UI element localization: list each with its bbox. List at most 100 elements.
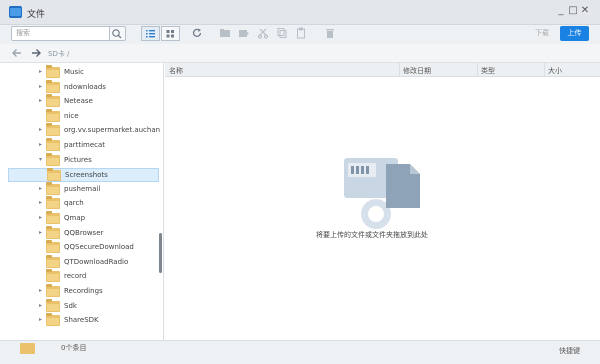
folder-icon	[46, 284, 60, 297]
column-divider	[477, 63, 478, 77]
tree-item-label: QTDownloadRadio	[64, 257, 129, 266]
tree-item[interactable]: ▸ ndownloads	[0, 79, 163, 95]
caret-right-icon[interactable]: ▸	[39, 126, 45, 134]
window-title: 文件	[27, 10, 46, 20]
tree-item-label: ndownloads	[64, 82, 106, 91]
grid-view-button[interactable]	[161, 26, 180, 41]
tree-item-label: Music	[64, 68, 84, 76]
caret-down-icon[interactable]: ▾	[39, 156, 45, 164]
tree-item[interactable]: nice	[0, 108, 163, 124]
tree-item-label: ShareSDK	[64, 316, 99, 325]
back-arrow-icon[interactable]	[11, 47, 23, 59]
tree-item[interactable]: record	[0, 269, 163, 284]
grid-view-icon	[166, 30, 174, 38]
folder-icon	[20, 343, 35, 354]
tree-item[interactable]: Screenshots	[8, 168, 159, 183]
paste-icon[interactable]	[295, 27, 307, 39]
move-icon[interactable]	[238, 27, 250, 39]
tree-item[interactable]: ▸ Recordings	[0, 284, 163, 299]
new-folder-icon[interactable]	[219, 27, 231, 39]
minimize-button[interactable]: _	[555, 5, 567, 17]
caret-right-icon[interactable]: ▸	[39, 141, 45, 149]
tree-item[interactable]: ▾ Pictures	[0, 152, 163, 168]
tree-item[interactable]: QQSecureDownload	[0, 240, 163, 255]
tree-item-label: pushemail	[64, 184, 101, 193]
folder-tree: ▸ Music ▸ ndownloads ▸ Netease nice ▸ org.vv.sup…	[0, 63, 164, 340]
caret-right-icon[interactable]: ▸	[39, 214, 45, 222]
caret-right-icon[interactable]: ▸	[39, 199, 45, 207]
status-bar	[0, 340, 600, 364]
tree-item-label: QQBrowser	[64, 228, 104, 237]
file-manager-window: 文件 _ □ ✕ 搜索 下载 上传 SD卡 / ▸ Music ▸ ndownl…	[0, 0, 600, 364]
column-size[interactable]: 大小	[548, 66, 562, 76]
tree-scrollbar[interactable]	[159, 233, 162, 273]
column-modified[interactable]: 修改日期	[403, 66, 431, 76]
tree-item[interactable]: ▸ pushemail	[0, 181, 163, 197]
caret-right-icon[interactable]: ▸	[39, 97, 45, 105]
caret-right-icon[interactable]: ▸	[39, 185, 45, 193]
tree-item-label: Recordings	[64, 287, 103, 295]
delete-icon[interactable]	[324, 27, 336, 39]
search-input[interactable]: 搜索	[11, 26, 110, 41]
folder-icon	[46, 298, 60, 312]
tree-item-label: Screenshots	[65, 171, 108, 180]
folder-icon	[46, 108, 60, 122]
forward-arrow-icon[interactable]	[30, 47, 42, 59]
tree-item[interactable]: ▸ qarch	[0, 196, 163, 211]
download-button[interactable]: 下载	[528, 26, 556, 41]
folder-icon	[47, 168, 61, 182]
tree-item[interactable]: QTDownloadRadio	[0, 254, 163, 270]
column-name[interactable]: 名称	[169, 66, 183, 76]
folder-icon	[46, 94, 60, 108]
tree-item-label: Netease	[64, 97, 93, 106]
search-button[interactable]	[110, 26, 126, 41]
folder-icon	[46, 211, 60, 224]
upload-button[interactable]: 上传	[560, 26, 589, 41]
tree-item-label: org.vv.supermarket.auchan	[64, 126, 161, 135]
folder-icon	[46, 225, 60, 239]
item-count: 0个条目	[61, 344, 87, 352]
tree-item[interactable]: ▸ Netease	[0, 94, 163, 109]
folder-icon	[46, 123, 60, 137]
folder-icon	[46, 181, 60, 195]
cut-icon[interactable]	[257, 27, 269, 39]
folder-icon	[46, 254, 60, 268]
caret-right-icon[interactable]: ▸	[39, 229, 45, 237]
tree-item[interactable]: ▸ Sdk	[0, 298, 163, 314]
tree-item[interactable]: ▸ ShareSDK	[0, 313, 163, 328]
column-divider	[399, 63, 400, 77]
refresh-icon[interactable]	[191, 27, 203, 39]
tree-item[interactable]: ▸ Music	[0, 65, 163, 80]
folder-app-icon	[9, 6, 22, 18]
tree-item[interactable]: ▸ QQBrowser	[0, 225, 163, 241]
copy-icon[interactable]	[276, 27, 288, 39]
tree-item-label: nice	[64, 111, 79, 120]
caret-right-icon[interactable]: ▸	[39, 316, 45, 324]
list-view-button[interactable]	[141, 26, 160, 41]
breadcrumb[interactable]: SD卡 /	[48, 49, 69, 59]
drop-files-icon	[344, 158, 420, 229]
folder-icon	[46, 138, 60, 151]
title-bar	[0, 0, 600, 25]
tree-item[interactable]: ▸ org.vv.supermarket.auchan	[0, 123, 163, 138]
caret-right-icon[interactable]: ▸	[39, 302, 45, 310]
close-button[interactable]: ✕	[579, 5, 591, 17]
folder-icon	[46, 269, 60, 283]
tree-item-label: parttimecat	[64, 141, 106, 149]
tree-item[interactable]: ▸ Qmap	[0, 211, 163, 226]
caret-right-icon[interactable]: ▸	[39, 68, 45, 76]
shortcut-button[interactable]: 快捷键	[559, 346, 580, 356]
tree-item-label: QQSecureDownload	[64, 243, 134, 252]
list-view-icon	[146, 30, 155, 38]
path-bar	[0, 44, 600, 63]
tree-item-label: Pictures	[64, 155, 92, 164]
caret-right-icon[interactable]: ▸	[39, 287, 45, 295]
folder-icon	[46, 79, 60, 93]
list-header	[165, 63, 600, 77]
caret-right-icon[interactable]: ▸	[39, 83, 45, 91]
tree-item[interactable]: ▸ parttimecat	[0, 138, 163, 153]
tree-item-label: Qmap	[64, 214, 86, 222]
column-type[interactable]: 类型	[481, 66, 495, 76]
maximize-button[interactable]: □	[567, 5, 579, 17]
folder-icon	[46, 240, 60, 254]
